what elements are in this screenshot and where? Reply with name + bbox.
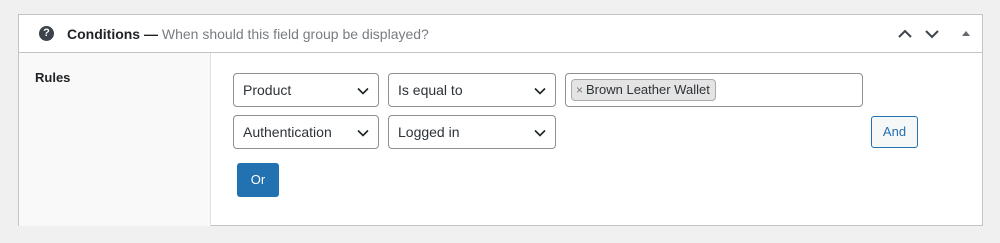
and-button[interactable]: And xyxy=(871,116,918,148)
rules-label: Rules xyxy=(35,70,71,85)
chevron-up-icon xyxy=(898,29,912,38)
operator-select-value: Logged in xyxy=(398,124,460,140)
conditions-panel: ? Conditions — When should this field gr… xyxy=(18,14,983,226)
help-icon[interactable]: ? xyxy=(39,26,54,41)
chevron-down-icon xyxy=(534,129,546,137)
operator-select[interactable]: Is equal to xyxy=(388,73,556,107)
chevron-down-icon xyxy=(357,129,369,137)
value-multiselect[interactable]: × Brown Leather Wallet xyxy=(565,73,863,107)
move-down-button[interactable] xyxy=(922,24,942,44)
value-tag: × Brown Leather Wallet xyxy=(571,79,716,101)
rules-label-column: Rules xyxy=(19,53,211,226)
panel-title-subtitle: When should this field group be displaye… xyxy=(161,26,429,42)
chevron-down-icon xyxy=(357,87,369,95)
chevron-down-icon xyxy=(925,30,939,39)
operator-select-value: Is equal to xyxy=(398,82,463,98)
param-select-value: Product xyxy=(243,82,292,98)
remove-tag-icon[interactable]: × xyxy=(576,83,583,97)
param-select-value: Authentication xyxy=(243,124,332,140)
move-up-button[interactable] xyxy=(895,24,915,44)
or-button[interactable]: Or xyxy=(237,163,279,197)
panel-body: Rules Product Is equal to × Brown Leather… xyxy=(19,53,982,226)
toggle-panel-button[interactable] xyxy=(956,24,976,44)
panel-title-main: Conditions — xyxy=(67,26,158,42)
value-tag-label: Brown Leather Wallet xyxy=(586,82,710,97)
panel-title: Conditions — When should this field grou… xyxy=(67,25,429,43)
param-select[interactable]: Authentication xyxy=(233,115,379,149)
panel-header: ? Conditions — When should this field gr… xyxy=(19,15,982,53)
param-select[interactable]: Product xyxy=(233,73,379,107)
operator-select[interactable]: Logged in xyxy=(388,115,556,149)
chevron-down-icon xyxy=(534,87,546,95)
triangle-up-icon xyxy=(962,31,970,36)
